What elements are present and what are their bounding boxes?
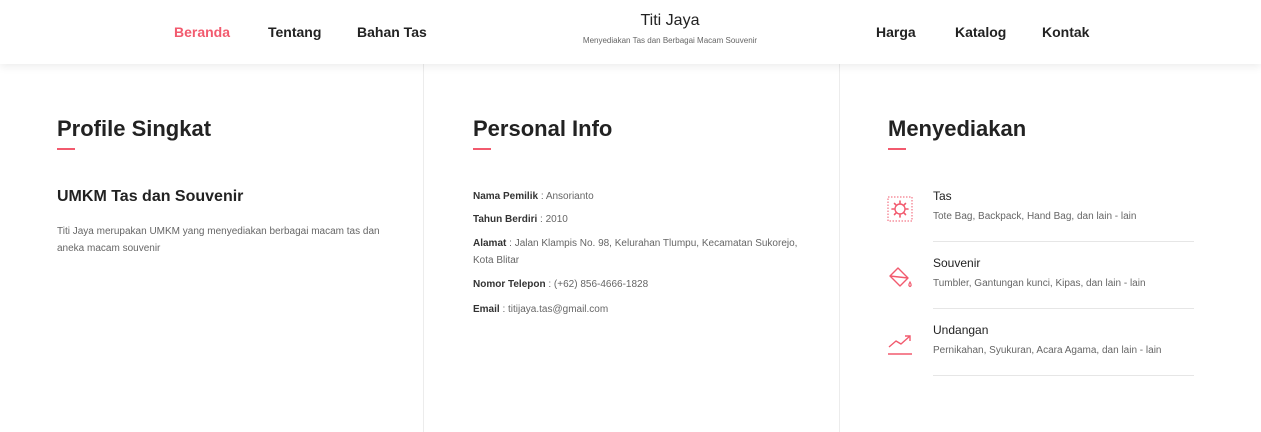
info-email: Email : titijaya.tas@gmail.com	[473, 301, 813, 318]
service-divider	[933, 241, 1194, 242]
service-title: Souvenir	[933, 256, 981, 270]
info-label: Nama Pemilik	[473, 191, 539, 202]
trend-up-icon	[888, 335, 912, 355]
info-value: : titijaya.tas@gmail.com	[499, 304, 609, 315]
title-accent-line	[473, 148, 491, 150]
info-label: Email	[473, 304, 500, 315]
nav-link-katalog[interactable]: Katalog	[955, 24, 1006, 40]
profile-heading: UMKM Tas dan Souvenir	[57, 188, 244, 205]
nav-link-kontak[interactable]: Kontak	[1042, 24, 1089, 40]
brand-title: Titi Jaya	[640, 12, 700, 29]
service-title: Tas	[933, 189, 952, 203]
info-value: : (+62) 856-4666-1828	[545, 279, 649, 290]
personal-info-title: Personal Info	[473, 116, 613, 141]
info-value: : Ansorianto	[538, 191, 594, 202]
info-label: Tahun Berdiri	[473, 214, 538, 225]
service-divider	[933, 308, 1194, 309]
profile-description: Titi Jaya merupakan UMKM yang menyediaka…	[57, 226, 380, 254]
info-value: : 2010	[537, 214, 568, 225]
service-description: Tote Bag, Backpack, Hand Bag, dan lain -…	[933, 211, 1137, 222]
nav-link-beranda[interactable]: Beranda	[174, 24, 230, 40]
brand[interactable]: Titi Jaya Menyediakan Tas dan Berbagai M…	[490, 12, 850, 46]
service-title: Undangan	[933, 323, 989, 337]
services-title: Menyediakan	[888, 116, 1027, 141]
column-divider	[839, 64, 840, 432]
service-item-souvenir: Souvenir Tumbler, Gantungan kunci, Kipas…	[886, 256, 1194, 322]
service-item-tas: Tas Tote Bag, Backpack, Hand Bag, dan la…	[886, 189, 1194, 255]
top-navbar: Beranda Tentang Bahan Tas Titi Jaya Meny…	[0, 0, 1261, 64]
column-divider	[423, 64, 424, 432]
nav-link-tentang[interactable]: Tentang	[268, 24, 321, 40]
info-phone: Nomor Telepon : (+62) 856-4666-1828	[473, 276, 813, 293]
info-founded: Tahun Berdiri : 2010	[473, 211, 813, 228]
nav-link-bahan-tas[interactable]: Bahan Tas	[357, 24, 427, 40]
info-label: Alamat	[473, 238, 507, 249]
info-value: : Jalan Klampis No. 98, Kelurahan Tlumpu…	[473, 238, 798, 266]
brand-subtitle: Menyediakan Tas dan Berbagai Macam Souve…	[582, 36, 758, 45]
service-item-undangan: Undangan Pernikahan, Syukuran, Acara Aga…	[886, 323, 1194, 389]
info-label: Nomor Telepon	[473, 279, 546, 290]
service-divider	[933, 375, 1194, 376]
service-description: Pernikahan, Syukuran, Acara Agama, dan l…	[933, 345, 1162, 356]
profile-title: Profile Singkat	[57, 116, 212, 141]
title-accent-line	[888, 148, 906, 150]
service-description: Tumbler, Gantungan kunci, Kipas, dan lai…	[933, 278, 1146, 289]
info-owner: Nama Pemilik : Ansorianto	[473, 188, 813, 205]
title-accent-line	[57, 148, 75, 150]
gear-icon	[887, 196, 913, 222]
info-address: Alamat : Jalan Klampis No. 98, Kelurahan…	[473, 235, 813, 269]
nav-link-harga[interactable]: Harga	[876, 24, 916, 40]
paint-bucket-icon	[889, 267, 912, 288]
